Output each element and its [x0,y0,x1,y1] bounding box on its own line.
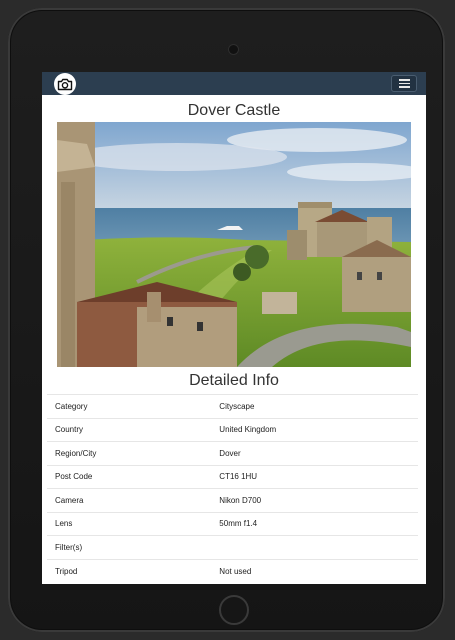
page-title: Dover Castle [187,102,281,119]
menu-toggle-button[interactable] [391,75,417,92]
tablet-frame: Dover Castle Detailed Info Category City… [8,8,445,632]
detail-value [219,536,418,560]
table-row: Country United Kingdom [47,418,418,442]
detail-label: Camera [55,495,84,505]
table-row: Lens 50mm f1.4 [47,512,418,536]
hamburger-icon-line [398,86,410,88]
hamburger-icon-line [398,79,410,81]
logo[interactable] [54,73,76,95]
table-row: Camera Nikon D700 [47,488,418,513]
detail-value: Nikon D700 [219,495,262,505]
table-row: Region/City Dover [47,441,418,466]
detail-label: Region/City [55,448,97,458]
detail-value: Dover [219,448,241,458]
detail-label: Post Code [55,472,93,482]
castle-photo-image [57,122,411,367]
table-row: Filter(s) [47,535,418,560]
screen: Dover Castle Detailed Info Category City… [42,72,426,584]
hamburger-icon-line [398,82,410,85]
table-row: Post Code CT16 1HU [47,465,418,489]
detail-label: Category [55,401,88,411]
details-table: Category Cityscape Country United Kingdo… [47,394,418,583]
table-row: Category Cityscape [47,394,418,419]
detail-label: Country [55,425,84,435]
detail-value: Not used [219,566,252,576]
detail-label: Lens [55,519,73,529]
detail-value: CT16 1HU [219,472,258,482]
detail-label: Filter(s) [55,542,83,552]
navbar [42,72,426,95]
detail-value: United Kingdom [219,425,277,435]
detail-value: 50mm f1.4 [219,519,258,529]
detail-label: Tripod [55,566,78,576]
section-title: Detailed Info [189,372,279,389]
home-button[interactable] [219,595,249,625]
detail-value: Cityscape [219,401,255,411]
front-camera [229,45,238,54]
table-row: Tripod Not used [47,559,418,583]
camera-icon [57,78,73,90]
castle-photo [57,122,411,367]
